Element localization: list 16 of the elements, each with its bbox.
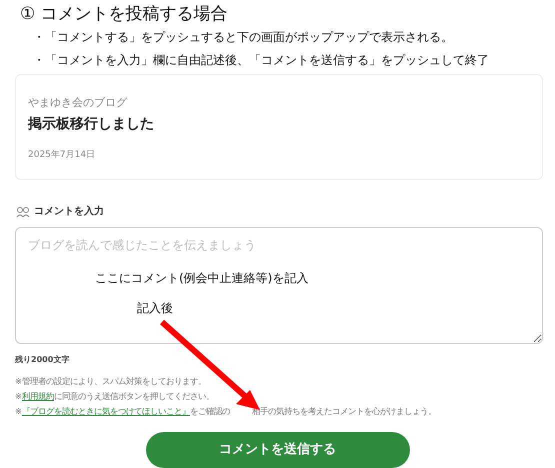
- instruction-text: ・「コメントする」をプッシュすると下の画面がポップアップで表示される。: [33, 29, 454, 46]
- remaining-count: 残り2000文字: [15, 354, 70, 366]
- note-link[interactable]: 利用規約: [22, 391, 54, 401]
- annotation-text: ここにコメント(例会中止連絡等)を記入: [95, 270, 308, 287]
- post-title: 掲示板移行しました: [28, 114, 155, 134]
- annotation-text: 記入後: [137, 300, 173, 317]
- note-link[interactable]: 『ブログを読むときに気をつけてほしいこと』: [22, 406, 190, 416]
- blog-name: やまゆき会のブログ: [28, 95, 128, 111]
- post-date: 2025年7月14日: [28, 148, 96, 162]
- note-text: ※管理者の設定により、スパム対策をしております。: [15, 375, 207, 388]
- instruction-text: ・「コメントを入力」欄に自由記述後、「コメントを送信する」をプッシュして終了: [33, 52, 490, 69]
- submit-button[interactable]: コメントを送信する: [146, 432, 410, 468]
- people-icon: [16, 206, 30, 218]
- field-label: コメントを入力: [34, 204, 104, 219]
- note-text: ※利用規約に同意のうえ送信ボタンを押してください。: [15, 390, 215, 403]
- section-heading: ① コメントを投稿する場合: [19, 3, 229, 26]
